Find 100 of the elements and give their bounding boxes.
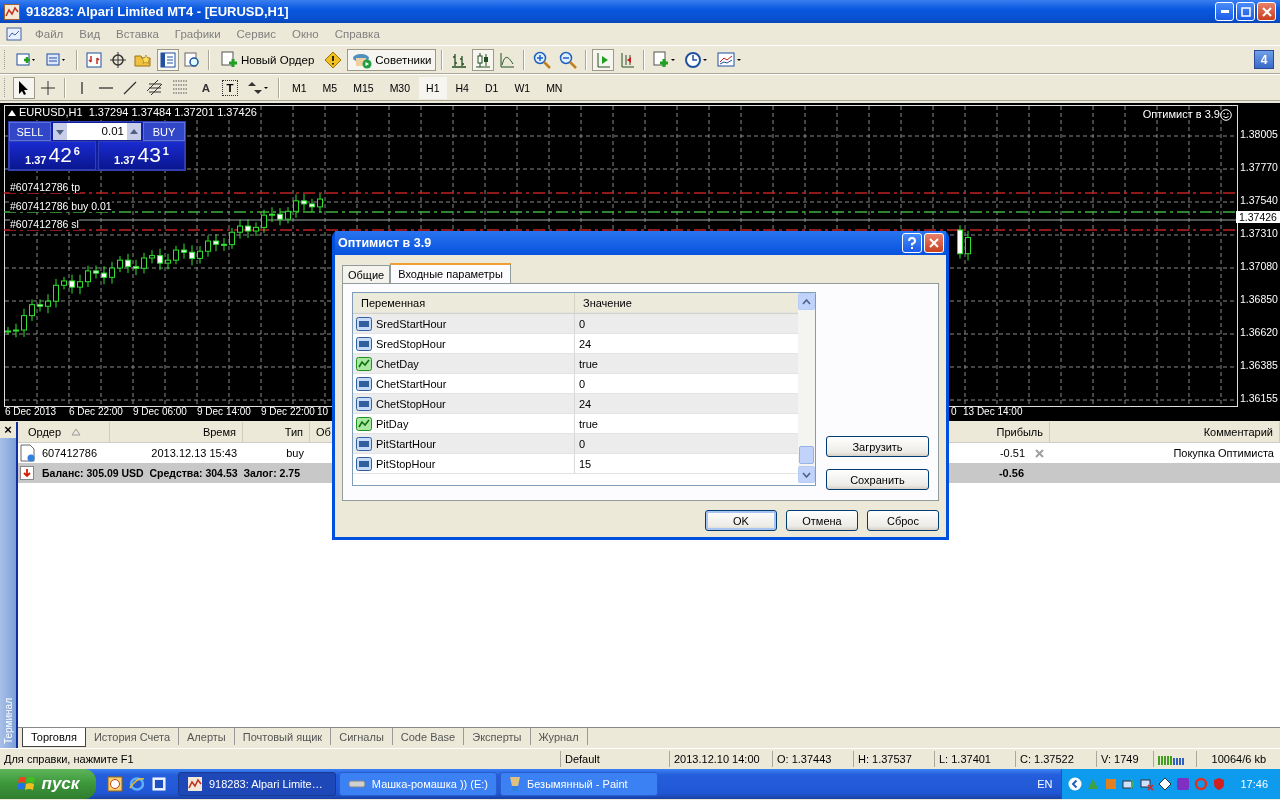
balance-summary: Баланс: 305.09 USD Средства: 304.53 Залог: 2.75 <box>42 467 300 479</box>
horizontal-line-icon <box>98 85 114 90</box>
order-line-label: #607412786 sl <box>10 218 79 230</box>
scrollbar[interactable] <box>798 293 815 483</box>
total-profit: -0.56 <box>998 467 1024 479</box>
dialog-button[interactable]: Сброс <box>867 510 939 531</box>
column-header[interactable]: Тип <box>243 422 310 442</box>
buy-button[interactable]: BUY <box>143 122 185 141</box>
timeframe-button[interactable]: D1 <box>477 76 506 99</box>
candles-icon <box>475 51 492 68</box>
new-order-button[interactable]: Новый Ордер <box>215 48 320 71</box>
dialog-tab[interactable]: Входные параметры <box>390 263 511 283</box>
terminal-tab[interactable]: Журнал <box>530 728 588 745</box>
sell-button[interactable]: SELL <box>9 122 51 141</box>
timeframe-button[interactable]: M1 <box>285 76 314 99</box>
clock-icon[interactable] <box>107 776 123 792</box>
close-button[interactable]: × <box>0 422 16 438</box>
close-button[interactable] <box>924 233 944 253</box>
parameter-name: ChetStartHour <box>376 377 447 390</box>
price-label: 1.37770 <box>1240 161 1278 173</box>
terminal-button[interactable] <box>157 48 179 71</box>
table-cell-text: 2013.12.13 15:43 <box>150 446 238 461</box>
terminal-tab[interactable]: Алерты <box>179 728 235 745</box>
diamond-icon[interactable] <box>1158 777 1173 791</box>
autoscroll-button[interactable] <box>592 48 615 71</box>
experts-button[interactable]: Советники <box>347 48 437 71</box>
time-label: 6 Dec 22:00 <box>69 406 123 417</box>
terminal-tab[interactable]: Сигналы <box>331 728 393 745</box>
drive-icon <box>348 780 366 788</box>
column-header[interactable]: Ордер <box>18 422 110 442</box>
status-text: 2013.12.10 14:00 <box>669 751 772 767</box>
timeframe-button[interactable]: H4 <box>448 76 476 99</box>
help-button[interactable] <box>902 233 922 253</box>
column-header[interactable]: Комментарий <box>1050 422 1280 442</box>
timeframe-button[interactable]: H1 <box>419 76 447 99</box>
time-label: 9 Dec 14:00 <box>197 406 251 417</box>
status-text: O: 1.37443 <box>772 751 853 767</box>
column-header[interactable]: Переменная <box>353 293 575 313</box>
price-label: 1.36850 <box>1240 293 1278 305</box>
text-tool-button[interactable]: A <box>195 76 217 99</box>
terminal-tab[interactable]: Торговля <box>22 728 86 747</box>
line-chart-icon <box>499 51 516 68</box>
column-header[interactable]: Прибыль <box>954 422 1050 442</box>
timeframe-button[interactable]: W1 <box>507 76 538 99</box>
scroll-down-icon[interactable] <box>802 471 811 478</box>
timeframe-button[interactable]: M30 <box>382 76 418 99</box>
cursor-button[interactable] <box>13 76 35 99</box>
scrollbar-thumb[interactable] <box>799 446 814 464</box>
taskbar-button[interactable]: Безымянный - Paint <box>500 772 658 796</box>
timeframe-button[interactable]: M5 <box>315 76 345 99</box>
chevron-left-icon[interactable] <box>1068 777 1083 791</box>
terminal-tab[interactable]: Эксперты <box>464 728 531 745</box>
browser-icon[interactable] <box>129 776 145 792</box>
network-icon[interactable] <box>1140 777 1155 791</box>
terminal-tab[interactable]: Code Base <box>392 728 465 745</box>
terminal-tab[interactable]: История Счета <box>85 728 179 745</box>
parameter-name: PitStartHour <box>376 437 436 450</box>
terminal-tab[interactable]: Почтовый ящик <box>234 728 332 745</box>
shield-icon[interactable] <box>1212 777 1227 791</box>
document-plus-icon <box>653 50 678 69</box>
expert-name: Оптимист в 3.9 <box>1142 108 1220 120</box>
taskbar-button[interactable]: Машка-ромашка )) (E:) <box>339 772 497 796</box>
timeframe-button[interactable]: MN <box>539 76 570 99</box>
boolean-type-icon <box>356 355 372 372</box>
time-label: 0 <box>951 406 957 417</box>
dialog-button[interactable]: OK <box>705 510 777 531</box>
integer-type-icon <box>356 315 372 332</box>
dialog-tab[interactable]: Общие <box>342 265 391 283</box>
window-switch-icon[interactable] <box>151 776 167 792</box>
chart-window-icon[interactable] <box>6 26 22 42</box>
dialog-button[interactable]: Загрузить <box>826 436 929 457</box>
crosshair-icon <box>40 79 56 96</box>
price-label: 1.37080 <box>1240 260 1278 272</box>
timeframe-button[interactable]: M15 <box>346 76 381 99</box>
taskbar-button[interactable]: 918283: Alpari Limite… <box>178 772 336 796</box>
lot-field[interactable]: 0.01 <box>53 123 141 140</box>
network-icon[interactable] <box>1122 777 1137 791</box>
candlestick-series <box>957 224 971 261</box>
dialog-button[interactable]: Отмена <box>786 510 858 531</box>
dialog-button[interactable]: Сохранить <box>826 469 929 490</box>
minimize-button[interactable] <box>1215 2 1234 21</box>
time-label: 6 Dec 2013 <box>5 406 57 417</box>
maximize-button[interactable] <box>1236 2 1255 21</box>
document-plus-icon <box>220 50 238 69</box>
price-label: 1.37310 <box>1240 227 1278 239</box>
start-button[interactable]: пуск <box>0 769 96 799</box>
close-icon[interactable] <box>1035 448 1044 458</box>
candles-button[interactable] <box>472 48 495 71</box>
scroll-up-icon[interactable] <box>802 298 811 305</box>
close-button[interactable] <box>1257 2 1276 21</box>
label-tool-button[interactable]: T <box>219 76 241 99</box>
warning-icon[interactable] <box>324 50 343 69</box>
parameter-name: ChetDay <box>376 357 419 370</box>
bars-icon <box>451 51 468 68</box>
status-text: L: 1.37401 <box>934 751 1015 767</box>
order-line-label: #607412786 tp <box>10 181 81 193</box>
window-count-button[interactable]: 4 <box>1254 50 1274 69</box>
column-header[interactable]: Время <box>110 422 243 442</box>
arrows-icon <box>246 79 270 96</box>
language-indicator[interactable]: EN <box>1031 778 1059 790</box>
